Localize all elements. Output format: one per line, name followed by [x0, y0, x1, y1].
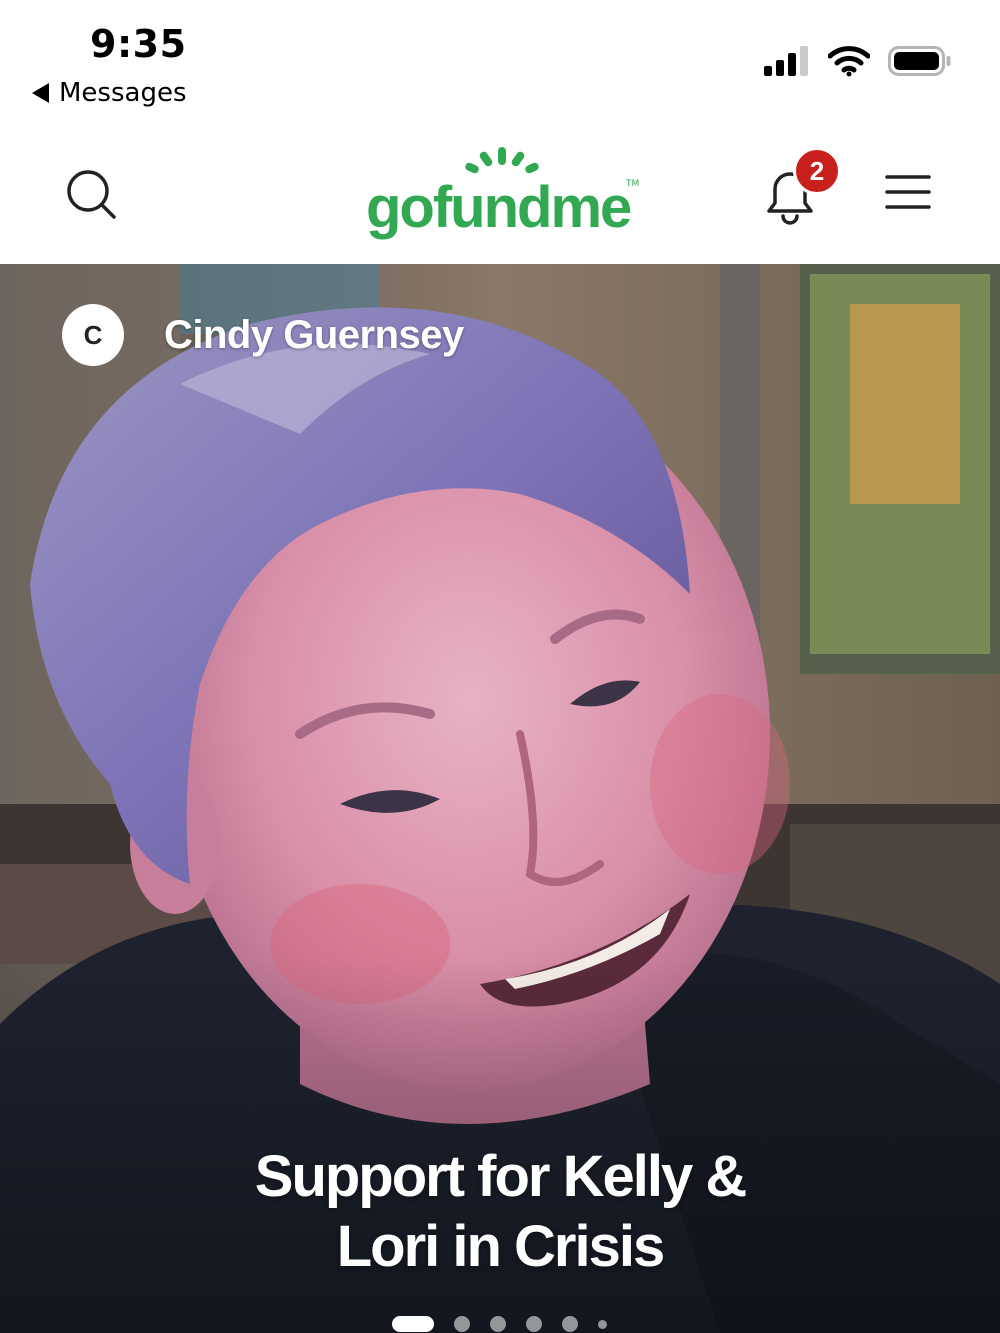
carousel-dot-2[interactable]: [454, 1316, 470, 1332]
logo-trademark: TM: [626, 179, 640, 189]
logo-wordmark: gofundme: [366, 175, 632, 240]
carousel-dot-3[interactable]: [490, 1316, 506, 1332]
search-button[interactable]: [62, 165, 122, 225]
gofundme-campaign-page: 9:35 Messages gofundme TM 2 C Cindy Guer…: [0, 0, 1000, 1333]
logo-sun-rays-icon: [465, 147, 539, 174]
hamburger-menu-icon: [885, 175, 931, 209]
status-bar: 9:35 Messages: [0, 0, 1000, 125]
carousel-dot-4[interactable]: [526, 1316, 542, 1332]
wifi-icon: [828, 46, 870, 77]
carousel-dot-6[interactable]: [598, 1319, 607, 1329]
carousel-dot-1[interactable]: [392, 1316, 434, 1332]
organizer-name: Cindy Guernsey: [164, 312, 464, 357]
back-link-label: Messages: [59, 78, 187, 108]
campaign-title-line-2: Lori in Crisis: [336, 1214, 666, 1279]
carousel-dot-5[interactable]: [562, 1316, 578, 1332]
campaign-title-line-1: Support for Kelly &: [254, 1144, 747, 1209]
search-icon: [67, 170, 116, 219]
status-icons: [764, 45, 952, 77]
gofundme-logo[interactable]: gofundme TM: [362, 145, 642, 245]
back-to-messages-link[interactable]: Messages: [32, 78, 187, 108]
cellular-signal-icon: [764, 46, 808, 76]
status-time: 9:35: [90, 22, 187, 66]
campaign-hero[interactable]: C Cindy Guernsey Support for Kelly & Lor…: [0, 264, 1000, 1333]
carousel-pagination: [392, 1316, 607, 1332]
back-arrow-icon: [32, 83, 49, 103]
menu-button[interactable]: [884, 173, 932, 213]
organizer-info[interactable]: C Cindy Guernsey: [62, 304, 464, 366]
battery-icon: [888, 46, 951, 76]
app-header: gofundme TM 2: [0, 125, 1000, 264]
notification-count-badge: 2: [793, 147, 841, 195]
campaign-title: Support for Kelly & Lori in Crisis: [150, 1142, 850, 1282]
organizer-avatar: C: [62, 304, 124, 366]
